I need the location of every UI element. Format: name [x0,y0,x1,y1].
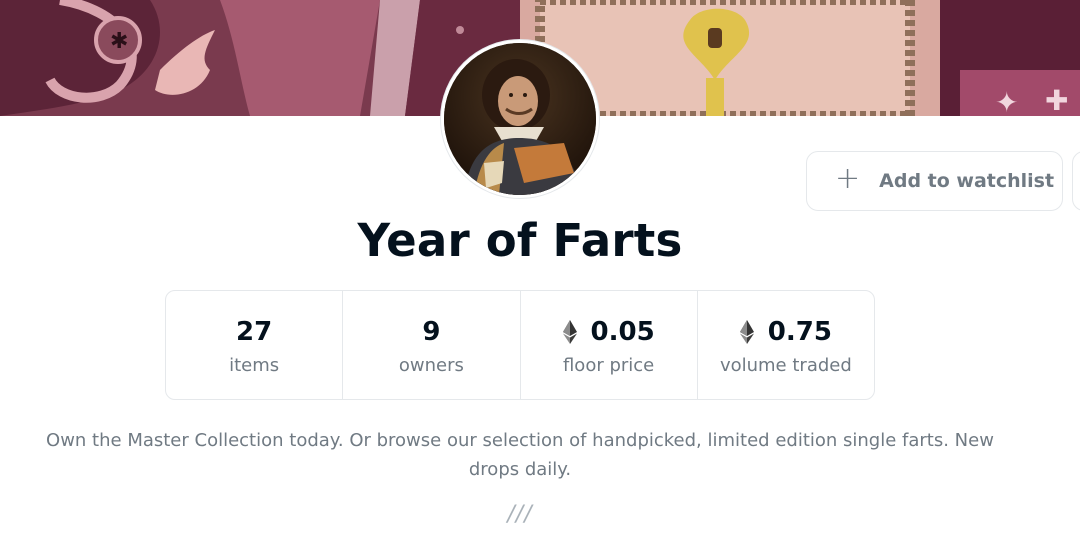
stat-owners-value: 9 [422,316,441,347]
stat-volume-traded-label: volume traded [719,354,852,376]
stat-items-label: items [229,354,280,376]
portrait-image [444,43,596,195]
stat-floor-price-label: floor price [562,354,655,376]
collection-title: Year of Farts [357,214,683,267]
stat-owners[interactable]: 9 owners [343,291,521,399]
stat-items[interactable]: 27 items [166,291,344,399]
more-options-button[interactable] [1072,151,1080,211]
stat-owners-label: owners [398,354,464,376]
ethereum-icon [562,319,577,344]
stat-volume-traded[interactable]: 0.75 volume traded [698,291,874,399]
plus-icon: + [835,161,861,196]
collection-description: Own the Master Collection today. Or brow… [46,430,994,480]
add-to-watchlist-button[interactable]: + Add to watchlist [806,151,1063,211]
svg-text:✦: ✦ [995,86,1018,116]
collection-avatar [441,40,599,198]
stat-floor-price[interactable]: 0.05 floor price [521,291,698,399]
stat-volume-traded-value: 0.75 [739,315,832,349]
add-to-watchlist-label: Add to watchlist [879,170,1055,192]
section-divider: /// [507,502,533,527]
svg-text:✱: ✱ [110,29,128,54]
ethereum-icon [739,319,754,344]
svg-text:✚: ✚ [1045,84,1068,116]
stat-floor-price-value: 0.05 [562,315,655,349]
collection-stats: 27 items 9 owners 0.05 floor price 0.75 … [165,290,875,400]
stat-items-value: 27 [236,316,273,347]
